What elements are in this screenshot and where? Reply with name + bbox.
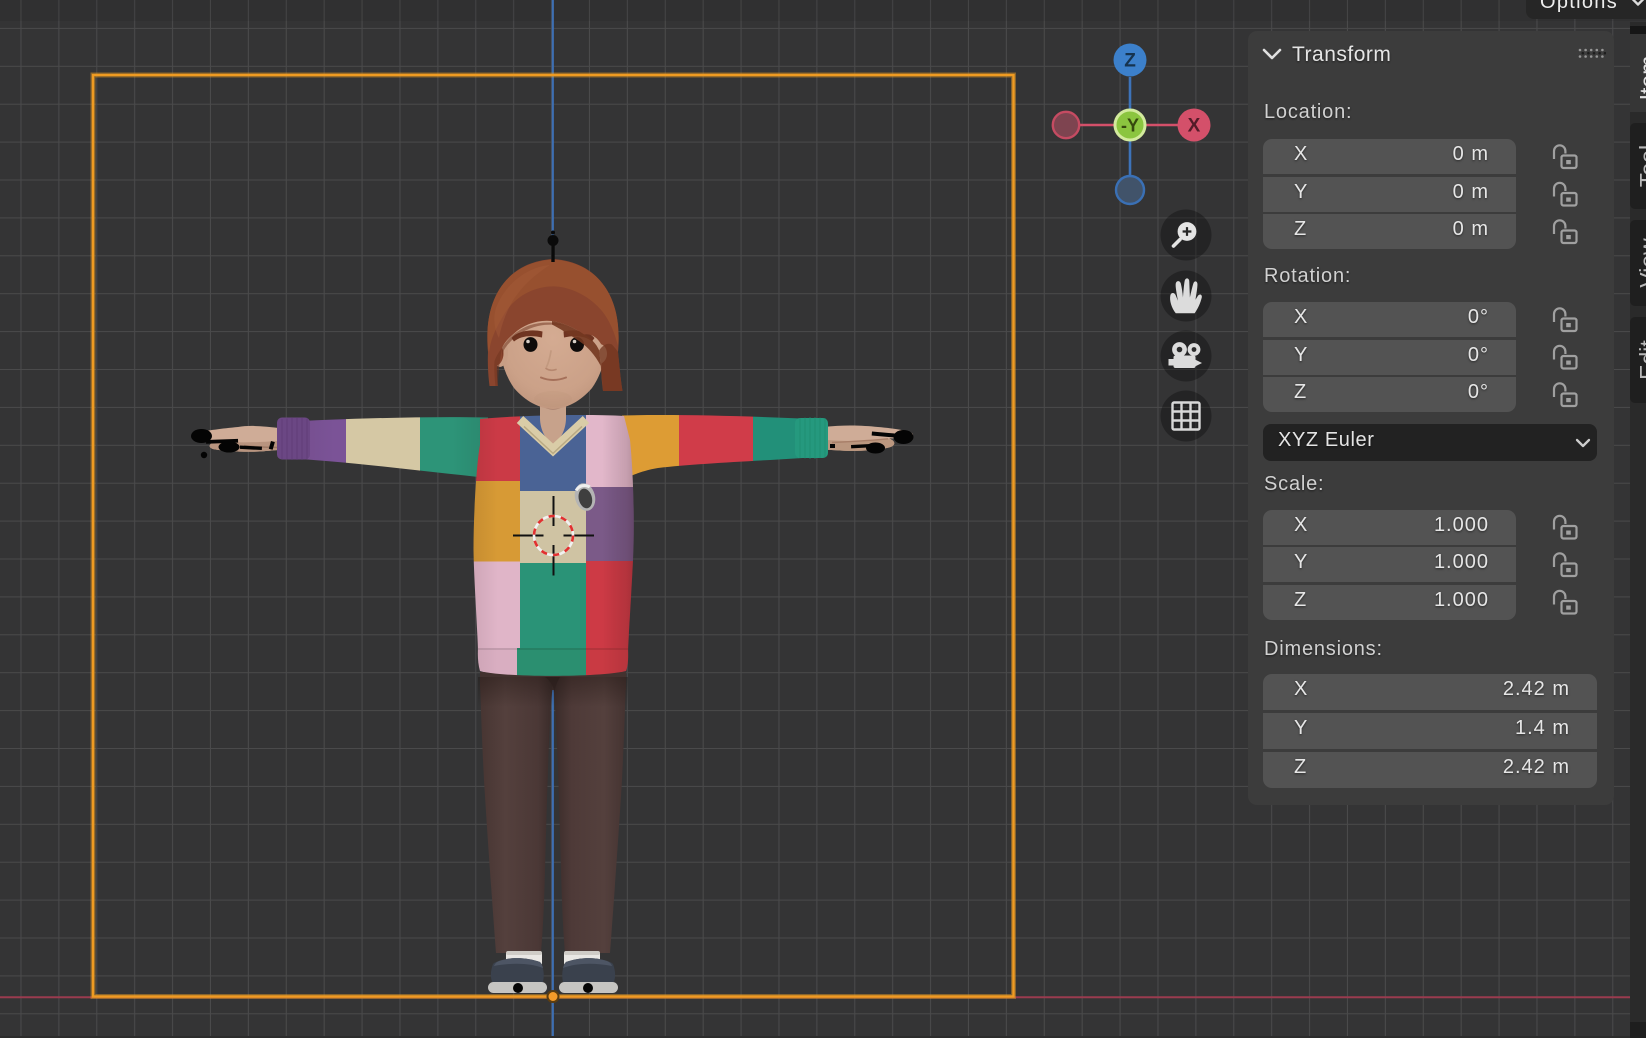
svg-text:X: X [1188, 116, 1201, 137]
svg-text:-Y: -Y [1121, 116, 1139, 136]
svg-text:Z: Z [1124, 51, 1136, 72]
